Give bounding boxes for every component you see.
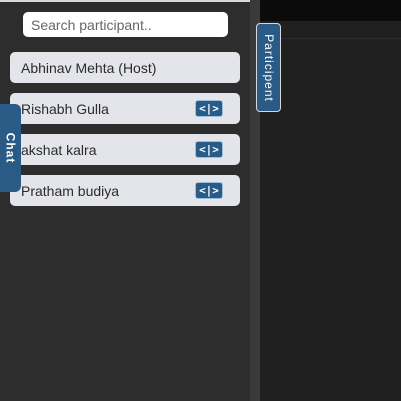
participant-item-host: Abhinav Mehta (Host) [10,52,240,83]
participant-name: akshat kalra [21,141,97,158]
participant-name: Abhinav Mehta (Host) [21,59,157,76]
code-toggle-button[interactable]: <|> [195,100,223,117]
code-toggle-button[interactable]: <|> [195,141,223,158]
chat-tab[interactable]: Chat [0,104,21,192]
search-input[interactable] [23,12,228,37]
chat-tab-label: Chat [3,132,18,164]
code-toggle-button[interactable]: <|> [195,182,223,199]
participant-item: Rishabh Gulla <|> [10,93,240,124]
divider [260,38,401,39]
participant-tab[interactable]: Participent [256,23,281,112]
participant-item: akshat kalra <|> [10,134,240,165]
participant-name: Pratham budiya [21,182,120,199]
participant-item: Pratham budiya <|> [10,175,240,206]
participant-tab-label: Participent [261,33,276,102]
participant-name: Rishabh Gulla [21,100,109,117]
main-top-bar [260,0,401,21]
participants-sidebar: Abhinav Mehta (Host) Rishabh Gulla <|> a… [0,0,250,401]
